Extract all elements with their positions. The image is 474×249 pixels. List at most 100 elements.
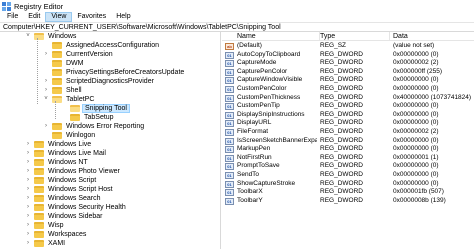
tree-node[interactable]: › Windows Script xyxy=(0,176,220,185)
tree-node[interactable]: › Windows NT xyxy=(0,158,220,167)
chevron-right-icon[interactable]: › xyxy=(25,204,31,211)
registry-value-list[interactable]: Name Type Data ab (Default) REG_SZ (value n… xyxy=(222,32,474,249)
folder-icon xyxy=(52,78,62,85)
menu-view[interactable]: View xyxy=(45,12,73,22)
menu-file[interactable]: File xyxy=(2,12,23,22)
registry-value-row[interactable]: 01 MarkupPen REG_DWORD 0x00000000 (0) xyxy=(222,145,474,154)
chevron-right-icon[interactable]: › xyxy=(25,240,31,247)
tree-node[interactable]: › Windows Live xyxy=(0,140,220,149)
registry-value-row[interactable]: 01 ShowCaptureStroke REG_DWORD 0x00000000 (… xyxy=(222,180,474,188)
tree-node-label: Windows Photo Viewer xyxy=(48,168,120,175)
tree-node-label: Windows Script Host xyxy=(48,186,113,193)
chevron-right-icon[interactable]: › xyxy=(43,87,49,94)
column-header-type[interactable]: Type xyxy=(317,32,390,41)
value-type: REG_DWORD xyxy=(320,136,363,144)
chevron-right-icon[interactable]: › xyxy=(43,78,49,85)
address-bar[interactable]: Computer\HKEY_CURRENT_USER\Software\Micr… xyxy=(0,22,474,32)
dword-value-icon: 01 xyxy=(225,51,234,59)
menu-favorites[interactable]: Favorites xyxy=(72,12,111,22)
dword-value-icon: 01 xyxy=(225,120,234,128)
tree-node[interactable]: Snipping Tool xyxy=(0,104,220,113)
value-type: REG_DWORD xyxy=(320,93,363,101)
folder-icon xyxy=(34,222,44,229)
registry-value-row[interactable]: 01 CustomPenColor REG_DWORD 0x00000000 (0) xyxy=(222,85,474,93)
chevron-down-icon[interactable]: ˅ xyxy=(43,96,49,103)
chevron-right-icon[interactable]: › xyxy=(25,195,31,202)
tree-node[interactable]: ˅ TabletPC xyxy=(0,95,220,104)
registry-value-row[interactable]: 01 CaptureWindowVisible REG_DWORD 0x0000000… xyxy=(222,76,474,85)
tree-node[interactable]: DWM xyxy=(0,59,220,68)
registry-value-row[interactable]: 01IsScreenSketchBannerExpandedREG_DWORD 0… xyxy=(222,137,474,145)
value-name: IsScreenSketchBannerExpanded xyxy=(237,136,317,144)
tree-node[interactable]: › Windows Script Host xyxy=(0,185,220,194)
tree-node[interactable]: TabSetup xyxy=(0,113,220,122)
tree-node-label: PrivacySettingsBeforeCreatorsUpdate xyxy=(66,69,185,76)
tree-node[interactable]: Winlogon xyxy=(0,131,220,140)
registry-value-row[interactable]: 01 DisplaySnipInstructions REG_DWORD 0x0000… xyxy=(222,111,474,119)
chevron-right-icon[interactable]: › xyxy=(25,213,31,220)
value-data: 0x00000002 (2) xyxy=(393,59,439,67)
menu-edit[interactable]: Edit xyxy=(23,12,45,22)
tree-node[interactable]: › ScriptedDiagnosticsProvider xyxy=(0,77,220,86)
dword-value-icon: 01 xyxy=(225,137,234,145)
tree-node[interactable]: › Windows Live Mail xyxy=(0,149,220,158)
value-data: 0x00000000 (0) xyxy=(393,119,439,127)
registry-value-row[interactable]: 01 ToolbarY REG_DWORD 0x0000008b (139) xyxy=(222,197,474,205)
tree-node[interactable]: ˅ Windows xyxy=(0,32,220,41)
chevron-right-icon[interactable]: › xyxy=(25,186,31,193)
tree-node-label: Winlogon xyxy=(66,132,96,139)
value-type: REG_DWORD xyxy=(320,76,363,84)
registry-value-row[interactable]: 01 PromptToSave REG_DWORD 0x00000000 (0) xyxy=(222,162,474,171)
tree-node[interactable]: › XAMI xyxy=(0,239,220,248)
chevron-right-icon[interactable]: › xyxy=(43,123,49,130)
chevron-right-icon[interactable]: › xyxy=(25,159,31,166)
chevron-right-icon[interactable]: › xyxy=(25,168,31,175)
registry-value-row[interactable]: 01 CaptureMode REG_DWORD 0x00000002 (2) xyxy=(222,59,474,68)
tree-node[interactable]: › Windows Photo Viewer xyxy=(0,167,220,176)
chevron-right-icon[interactable]: › xyxy=(25,177,31,184)
chevron-right-icon[interactable]: › xyxy=(25,231,31,238)
tree-node[interactable]: › Wisp xyxy=(0,221,220,230)
tree-node[interactable]: PrivacySettingsBeforeCreatorsUpdate xyxy=(0,68,220,77)
tree-node[interactable]: › Windows Error Reporting xyxy=(0,122,220,131)
value-name: CaptureMode xyxy=(237,59,277,67)
dword-value-icon: 01 xyxy=(225,60,234,68)
registry-key-tree[interactable]: ˅ Windows AssignedAccessConfiguration › Curr… xyxy=(0,32,221,249)
chevron-down-icon[interactable]: ˅ xyxy=(25,33,31,40)
column-header-name[interactable]: Name xyxy=(234,32,320,41)
value-type: REG_DWORD xyxy=(320,162,363,170)
column-header-data[interactable]: Data xyxy=(390,32,474,41)
value-name: CustomPenTip xyxy=(237,102,280,110)
tree-node[interactable]: AssignedAccessConfiguration xyxy=(0,41,220,50)
registry-value-row[interactable]: 01 CapturePenColor REG_DWORD 0x000000ff (25… xyxy=(222,68,474,76)
dword-value-icon: 01 xyxy=(225,163,234,171)
tree-node[interactable]: › Windows Search xyxy=(0,194,220,203)
tree-node[interactable]: › Workspaces xyxy=(0,230,220,239)
chevron-right-icon[interactable]: › xyxy=(25,141,31,148)
registry-value-row[interactable]: 01 AutoCopyToClipboard REG_DWORD 0x00000000… xyxy=(222,51,474,59)
value-type: REG_SZ xyxy=(320,42,347,49)
tree-node[interactable]: › Windows Sidebar xyxy=(0,212,220,221)
folder-icon xyxy=(34,204,44,211)
menu-help[interactable]: Help xyxy=(111,12,135,22)
registry-value-row[interactable]: 01 CustomPenTip REG_DWORD 0x00000000 (0) xyxy=(222,102,474,111)
dword-value-icon: 01 xyxy=(225,103,234,111)
registry-value-row[interactable]: ab (Default) REG_SZ (value not set) xyxy=(222,42,474,50)
tree-node[interactable]: › Shell xyxy=(0,86,220,95)
tree-node[interactable]: › Windows Security Health xyxy=(0,203,220,212)
tree-node-label: XAMI xyxy=(48,240,66,247)
value-type: REG_DWORD xyxy=(320,85,363,92)
registry-value-row[interactable]: 01 DisplayURL REG_DWORD 0x00000000 (0) xyxy=(222,119,474,128)
registry-value-row[interactable]: 01 FileFormat REG_DWORD 0x00000002 (2) xyxy=(222,128,474,136)
dword-value-icon: 01 xyxy=(225,129,234,136)
chevron-right-icon[interactable]: › xyxy=(25,150,31,157)
registry-value-row[interactable]: 01 NotFirstRun REG_DWORD 0x00000001 (1) xyxy=(222,154,474,162)
folder-icon xyxy=(52,123,62,130)
tree-node[interactable]: › CurrentVersion xyxy=(0,50,220,59)
registry-value-row[interactable]: 01 SendTo REG_DWORD 0x00000000 (0) xyxy=(222,171,474,179)
registry-value-row[interactable]: 01 ToolbarX REG_DWORD 0x000001fb (507) xyxy=(222,188,474,197)
chevron-right-icon[interactable]: › xyxy=(43,51,49,58)
folder-icon xyxy=(34,240,44,247)
registry-value-row[interactable]: 01 CustomPenThickness REG_DWORD 0x40000000 … xyxy=(222,94,474,102)
chevron-right-icon[interactable]: › xyxy=(25,222,31,229)
